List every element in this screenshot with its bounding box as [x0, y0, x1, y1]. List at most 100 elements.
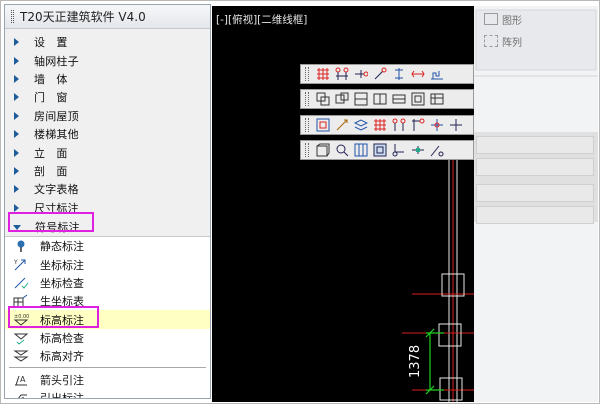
cross-axis-icon[interactable]: [429, 117, 445, 133]
chevron-right-icon: [14, 148, 19, 157]
menu-item-label: 楼梯其他: [34, 128, 79, 142]
edit-text-icon[interactable]: [334, 117, 350, 133]
palette-title-bar[interactable]: T20天正建筑软件 V4.0: [5, 5, 210, 29]
red-grid-icon[interactable]: [372, 117, 388, 133]
toolbar-ghost-row: [476, 136, 594, 154]
window-copy-icon[interactable]: [315, 91, 331, 107]
submenu-item-label: 引出标注: [40, 391, 84, 399]
wall-icon[interactable]: [391, 66, 407, 82]
table-icon[interactable]: [429, 91, 445, 107]
column-icon[interactable]: [372, 66, 388, 82]
submenu-item[interactable]: 静态标注: [5, 237, 210, 255]
coordinate-check-icon: [13, 276, 29, 290]
axis-label-icon[interactable]: [391, 117, 407, 133]
toolbar-ghost-row: [476, 206, 594, 224]
submenu-item-label: 标高对齐: [40, 350, 84, 364]
menu-item[interactable]: 尺寸标注: [5, 199, 210, 217]
elbow-connector-icon[interactable]: [391, 142, 407, 158]
window-move-icon[interactable]: [334, 91, 350, 107]
chevron-right-icon: [14, 93, 19, 102]
submenu-item[interactable]: 坐标检查: [5, 274, 210, 292]
node-icon[interactable]: [448, 117, 464, 133]
viewport-label[interactable]: [-][俯视][二维线框]: [216, 12, 307, 27]
cross-node-icon[interactable]: [410, 142, 426, 158]
floating-toolbar-2[interactable]: [300, 89, 474, 109]
dimension-grid-icon[interactable]: [315, 117, 331, 133]
svg-text:1: 1: [21, 396, 25, 399]
app-window: T20天正建筑软件 V4.0 设 置轴网柱子墙 体门 窗房间屋顶楼梯其他立 面剖…: [0, 0, 600, 404]
panel-icon[interactable]: [391, 91, 407, 107]
menu-item-label: 符号标注: [35, 221, 80, 235]
zoom-icon[interactable]: [334, 142, 350, 158]
image-frame-icon[interactable]: [372, 142, 388, 158]
axis-edit-icon[interactable]: [410, 117, 426, 133]
menu-item-label: 尺寸标注: [34, 201, 79, 215]
door-icon[interactable]: [410, 66, 426, 82]
submenu-item[interactable]: 1 引出标注: [5, 389, 210, 399]
submenu-item-label: 坐标标注: [40, 258, 84, 272]
menu-item[interactable]: 剖 面: [5, 162, 210, 180]
axis-number-icon[interactable]: [353, 66, 369, 82]
menu-item[interactable]: 楼梯其他: [5, 125, 210, 143]
view-3d-icon[interactable]: [315, 142, 331, 158]
ribbon-background: [474, 9, 598, 222]
submenu-item[interactable]: 标高对齐: [5, 347, 210, 365]
menu-item[interactable]: 文字表格: [5, 180, 210, 198]
pin-icon: [13, 239, 29, 253]
menu-item[interactable]: 轴网柱子: [5, 51, 210, 69]
submenu-item[interactable]: 生坐标表: [5, 292, 210, 310]
array-icon: [484, 35, 498, 47]
ribbon-group-array[interactable]: 阵列: [484, 30, 594, 52]
divider: [9, 367, 206, 369]
coordinate-table-icon: [13, 294, 29, 308]
toolbar-grip-icon[interactable]: [305, 143, 309, 157]
layers-icon[interactable]: [353, 117, 369, 133]
window-align-icon[interactable]: [353, 91, 369, 107]
menu-item[interactable]: 墙 体: [5, 70, 210, 88]
submenu-item[interactable]: 标高检查: [5, 329, 210, 347]
ribbon-group-shape[interactable]: 图形: [484, 8, 594, 30]
svg-text:±0.00: ±0.00: [14, 314, 29, 320]
window-split-icon[interactable]: [372, 91, 388, 107]
submenu-item-label: 标高检查: [40, 331, 84, 345]
coordinate-mark-icon: Y: [13, 258, 29, 272]
axis-label-icon[interactable]: [334, 66, 350, 82]
chevron-right-icon: [14, 74, 19, 83]
menu-item[interactable]: 门 窗: [5, 88, 210, 106]
ribbon-panel: 图形 阵列: [474, 6, 598, 402]
toolbar-grip-icon[interactable]: [305, 92, 309, 106]
svg-text:A: A: [20, 375, 26, 384]
submenu-item-label: 生坐标表: [40, 295, 84, 309]
menu-item-label: 立 面: [34, 146, 68, 160]
arrow-leader-icon: A: [13, 373, 29, 387]
grid-axis-icon[interactable]: [315, 66, 331, 82]
submenu-item-label: 箭头引注: [40, 373, 84, 387]
menu-item[interactable]: 设 置: [5, 33, 210, 51]
column-list-icon[interactable]: [353, 142, 369, 158]
toolbar-grip-icon[interactable]: [305, 118, 309, 132]
floating-toolbar-4[interactable]: [300, 140, 474, 160]
menu-item-label: 剖 面: [34, 164, 68, 178]
frame-icon[interactable]: [410, 91, 426, 107]
floating-toolbar-3[interactable]: [300, 115, 474, 135]
submenu-item-label: 坐标检查: [40, 277, 84, 291]
shape-icon: [484, 13, 498, 25]
menu-item[interactable]: 立 面: [5, 143, 210, 161]
submenu-item[interactable]: ±0.00 标高标注: [5, 310, 210, 329]
menu-item-label: 房间屋顶: [34, 109, 79, 123]
stair-icon[interactable]: [429, 66, 445, 82]
toolbar-grip-icon[interactable]: [305, 67, 309, 81]
floating-toolbar-1[interactable]: [300, 64, 474, 84]
menu-item[interactable]: 房间屋顶: [5, 107, 210, 125]
submenu-item[interactable]: A 箭头引注: [5, 370, 210, 388]
menu-item-symbol-annotation[interactable]: 符号标注: [5, 218, 210, 236]
slope-icon[interactable]: [429, 142, 445, 158]
submenu-item-label: 标高标注: [40, 313, 84, 327]
drag-grip-icon[interactable]: [11, 10, 14, 23]
chevron-right-icon: [14, 56, 19, 65]
chevron-right-icon: [14, 111, 19, 120]
dimension-value: 1378: [408, 344, 423, 378]
submenu-item[interactable]: Y 坐标标注: [5, 256, 210, 274]
tool-palette: T20天正建筑软件 V4.0 设 置轴网柱子墙 体门 窗房间屋顶楼梯其他立 面剖…: [4, 4, 211, 399]
ribbon-group-label: 图形: [502, 15, 522, 27]
